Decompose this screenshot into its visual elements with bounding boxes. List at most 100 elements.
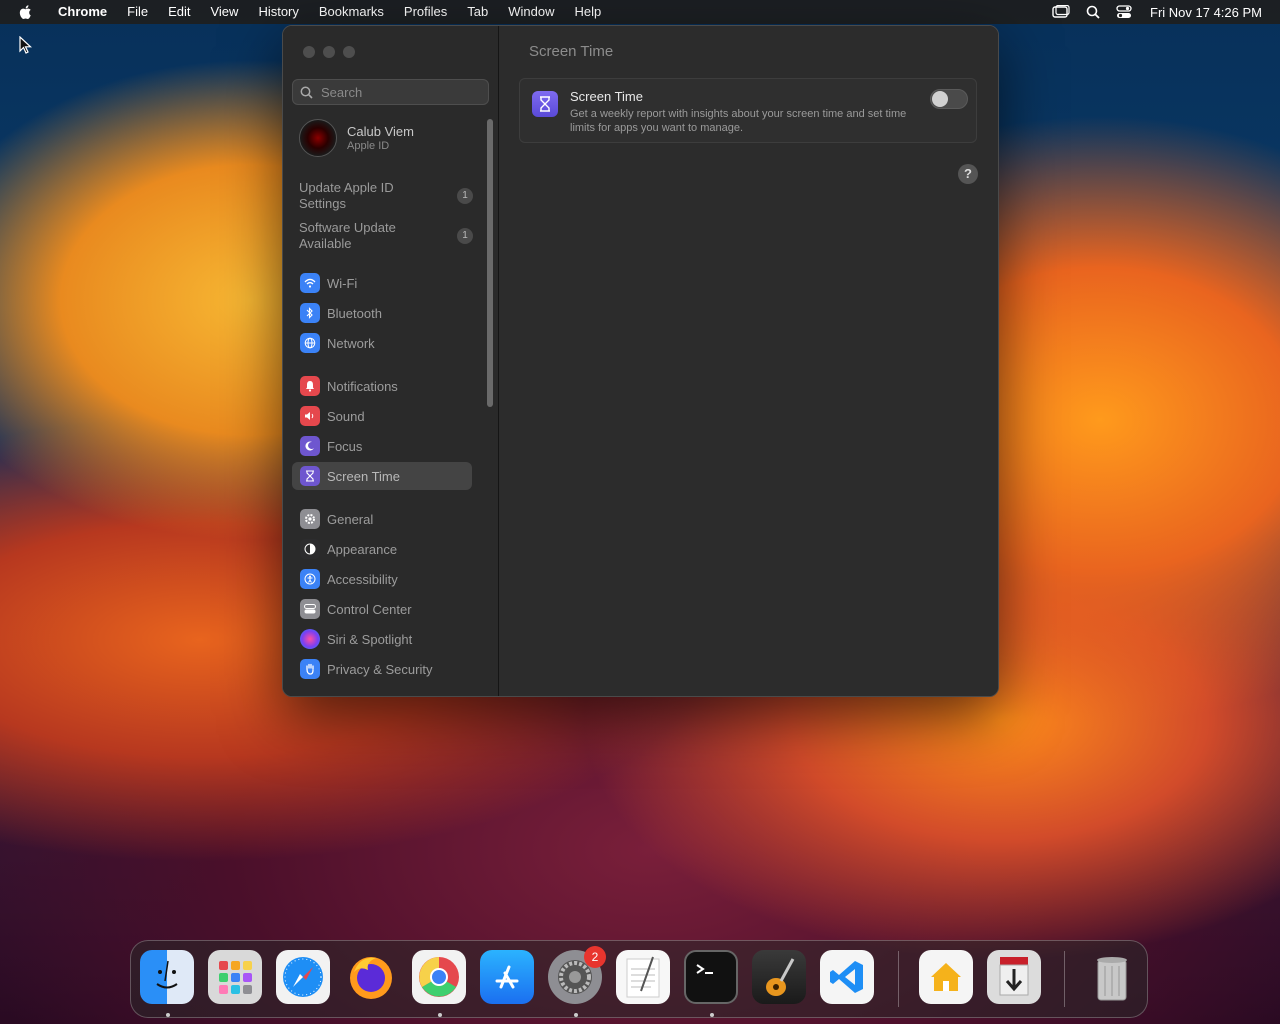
sidebar-item-network[interactable]: Network [292, 329, 472, 357]
close-button[interactable] [303, 46, 315, 58]
dock-launchpad[interactable] [208, 950, 262, 1004]
search-input[interactable] [319, 83, 483, 101]
menu-profiles[interactable]: Profiles [394, 0, 457, 24]
sidebar-item-label: Bluetooth [327, 305, 382, 321]
apple-menu-icon[interactable] [18, 4, 34, 20]
sidebar-item-label: Siri & Spotlight [327, 631, 413, 647]
notice-badge: 1 [457, 188, 473, 204]
moon-icon [300, 436, 320, 456]
notification-badge: 2 [584, 946, 606, 968]
sidebar-item-label: Network [327, 335, 375, 351]
sidebar: Calub Viem Apple ID Update Apple ID Sett… [283, 26, 499, 696]
dock-app-store[interactable] [480, 950, 534, 1004]
dock-chrome[interactable] [412, 950, 466, 1004]
screen-time-toggle[interactable] [930, 89, 968, 109]
menu-edit[interactable]: Edit [158, 0, 200, 24]
chrome-icon [419, 957, 459, 997]
dock-home[interactable] [919, 950, 973, 1004]
dock-terminal[interactable] [684, 950, 738, 1004]
menu-view[interactable]: View [200, 0, 248, 24]
bell-icon [300, 376, 320, 396]
sidebar-item-appearance[interactable]: Appearance [292, 535, 472, 563]
dock-system-settings[interactable]: 2 [548, 946, 606, 1004]
sidebar-item-sound[interactable]: Sound [292, 402, 472, 430]
guitar-icon [766, 958, 795, 996]
mouse-cursor-icon [19, 36, 33, 54]
finder-icon [156, 960, 178, 989]
dock-vscode[interactable] [820, 950, 874, 1004]
menu-file[interactable]: File [117, 0, 158, 24]
dock-downloads[interactable] [987, 950, 1041, 1004]
window-controls [303, 46, 355, 58]
sidebar-item-screen-time[interactable]: Screen Time [292, 462, 472, 490]
dock: 2 [130, 940, 1148, 1018]
minimize-button[interactable] [323, 46, 335, 58]
running-indicator [574, 1013, 578, 1017]
menu-tab[interactable]: Tab [457, 0, 498, 24]
dock-safari[interactable] [276, 950, 330, 1004]
menu-bookmarks[interactable]: Bookmarks [309, 0, 394, 24]
help-button[interactable]: ? [958, 164, 978, 184]
speaker-icon [300, 406, 320, 426]
sidebar-item-label: Sound [327, 408, 365, 424]
control-center-icon[interactable] [1116, 5, 1132, 19]
trash-icon [1097, 957, 1127, 1001]
profile-name: Calub Viem [347, 124, 414, 139]
sidebar-item-general[interactable]: General [292, 505, 472, 533]
wifi-icon [300, 273, 320, 293]
sidebar-item-label: Wi-Fi [327, 275, 358, 291]
update-apple-id-notice[interactable]: Update Apple ID Settings 1 [299, 180, 479, 212]
terminal-icon [696, 964, 713, 974]
screen-mirroring-icon[interactable] [1052, 5, 1070, 19]
dock-garageband[interactable] [752, 950, 806, 1004]
menu-history[interactable]: History [248, 0, 308, 24]
dock-textedit[interactable] [616, 950, 670, 1004]
sidebar-item-privacy-security[interactable]: Privacy & Security [292, 655, 472, 683]
sidebar-item-label: Screen Time [327, 468, 400, 484]
safari-icon [283, 957, 323, 997]
page-title: Screen Time [529, 43, 614, 60]
sidebar-search[interactable] [292, 79, 489, 105]
zoom-button[interactable] [343, 46, 355, 58]
notice-badge: 1 [457, 228, 473, 244]
profile-subtitle: Apple ID [347, 140, 390, 152]
home-icon [931, 963, 961, 991]
sidebar-item-label: General [327, 511, 374, 527]
dock-finder[interactable] [140, 950, 194, 1004]
apple-id-profile[interactable]: Calub Viem Apple ID [299, 119, 414, 157]
sidebar-item-wifi[interactable]: Wi-Fi [292, 269, 472, 297]
siri-icon [300, 629, 320, 649]
hand-icon [300, 659, 320, 679]
sidebar-scrollbar[interactable] [487, 119, 493, 407]
dock-firefox[interactable] [344, 950, 398, 1004]
running-indicator [166, 1013, 170, 1017]
running-indicator [710, 1013, 714, 1017]
sidebar-item-notifications[interactable]: Notifications [292, 372, 472, 400]
toggle-knob [932, 91, 948, 107]
gear-icon [300, 509, 320, 529]
dock-trash[interactable] [1085, 950, 1139, 1004]
menu-help[interactable]: Help [565, 0, 612, 24]
sidebar-item-bluetooth[interactable]: Bluetooth [292, 299, 472, 327]
dock-separator [898, 951, 899, 1007]
notice-label: Software Update Available [299, 220, 396, 251]
download-icon [999, 957, 1029, 996]
sidebar-item-focus[interactable]: Focus [292, 432, 472, 460]
firefox-icon [350, 957, 392, 999]
vscode-icon [830, 961, 863, 993]
bluetooth-icon [300, 303, 320, 323]
software-update-notice[interactable]: Software Update Available 1 [299, 220, 479, 252]
sidebar-item-control-center[interactable]: Control Center [292, 595, 472, 623]
system-settings-window: Calub Viem Apple ID Update Apple ID Sett… [282, 25, 999, 697]
menu-window[interactable]: Window [498, 0, 564, 24]
menu-app-name[interactable]: Chrome [48, 0, 117, 24]
menu-clock[interactable]: Fri Nov 17 4:26 PM [1150, 5, 1262, 20]
sidebar-item-label: Appearance [327, 541, 398, 557]
sidebar-item-siri-spotlight[interactable]: Siri & Spotlight [292, 625, 472, 653]
card-description: Get a weekly report with insights about … [570, 108, 907, 134]
hourglass-icon [300, 466, 320, 486]
spotlight-search-icon[interactable] [1086, 5, 1100, 19]
accessibility-icon [300, 569, 320, 589]
sidebar-item-accessibility[interactable]: Accessibility [292, 565, 472, 593]
control-center-icon [300, 599, 320, 619]
